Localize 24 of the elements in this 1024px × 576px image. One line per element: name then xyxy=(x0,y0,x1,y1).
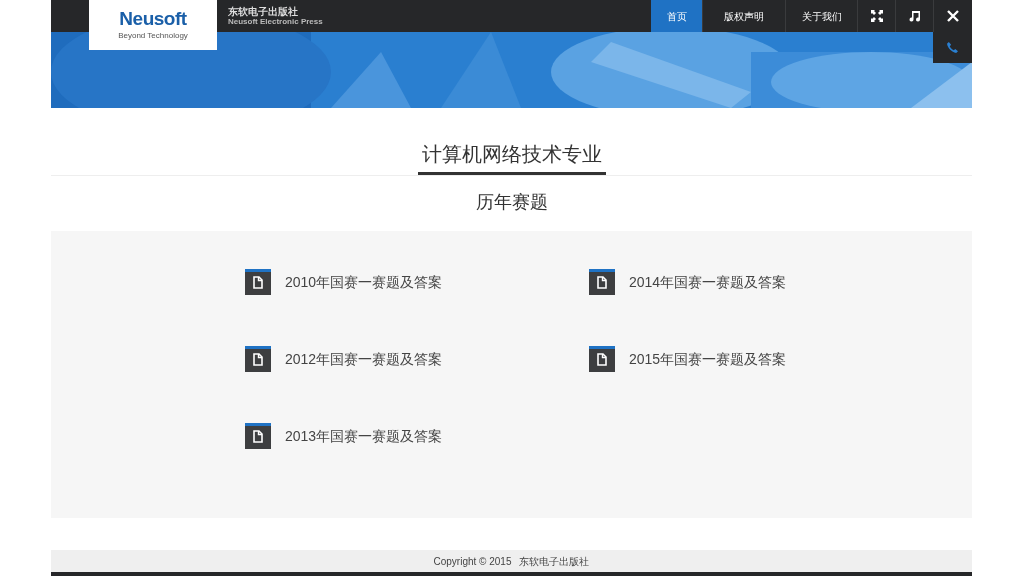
expand-icon xyxy=(870,10,883,22)
document-icon xyxy=(589,269,615,295)
document-icon xyxy=(589,346,615,372)
document-link[interactable]: 2014年国赛一赛题及答案 xyxy=(589,269,889,295)
document-link[interactable]: 2015年国赛一赛题及答案 xyxy=(589,346,889,372)
copyright-text: Copyright © 2015 xyxy=(433,554,512,569)
nav-tab[interactable]: 首页 xyxy=(651,0,702,32)
footer-publisher: 东软电子出版社 xyxy=(519,554,590,569)
logo-card[interactable]: Neusoft Beyond Technology xyxy=(89,0,217,50)
document-link[interactable]: 2013年国赛一赛题及答案 xyxy=(245,423,589,449)
publisher-name: 东软电子出版社 xyxy=(228,6,298,17)
music-note-icon xyxy=(908,10,921,22)
document-icon xyxy=(245,346,271,372)
document-link[interactable]: 2010年国赛一赛题及答案 xyxy=(245,269,589,295)
publisher-name-english: Neusoft Electronic Press xyxy=(228,17,323,26)
logo-tagline: Beyond Technology xyxy=(118,29,188,42)
document-icon xyxy=(245,269,271,295)
document-icon xyxy=(245,423,271,449)
close-icon xyxy=(947,10,959,22)
section-title: 历年赛题 xyxy=(475,191,548,214)
logo-text: Neusoft xyxy=(119,8,187,28)
document-link[interactable]: 2012年国赛一赛题及答案 xyxy=(245,346,589,372)
phone-icon xyxy=(947,42,958,53)
page-title: 计算机网络技术专业 xyxy=(421,143,602,165)
